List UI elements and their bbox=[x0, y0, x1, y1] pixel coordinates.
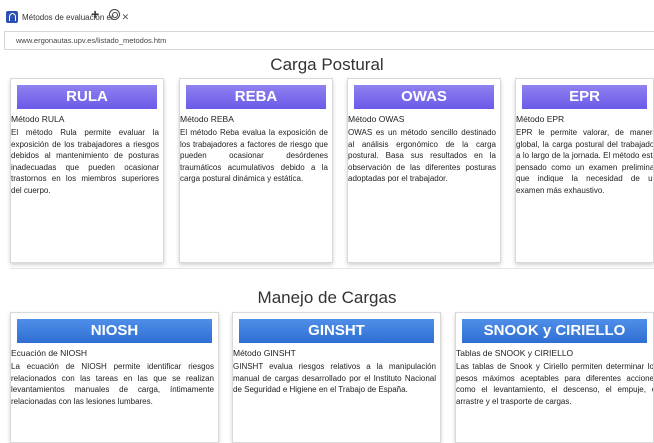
card-snook-ciriello[interactable]: SNOOK y CIRIELLO Tablas de SNOOK y CIRIE… bbox=[455, 312, 654, 443]
card-header-ginsht[interactable]: GINSHT bbox=[239, 319, 434, 343]
card-epr[interactable]: EPR Método EPR EPR le permite valorar, d… bbox=[515, 78, 654, 263]
card-header-rula[interactable]: RULA bbox=[17, 85, 157, 109]
url-text: www.ergonautas.upv.es/listado_metodos.ht… bbox=[16, 36, 167, 45]
card-niosh[interactable]: NIOSH Ecuación de NIOSH La ecuación de N… bbox=[10, 312, 219, 443]
card-reba[interactable]: REBA Método REBA El método Reba evalua l… bbox=[179, 78, 333, 263]
card-header-snook-ciriello[interactable]: SNOOK y CIRIELLO bbox=[462, 319, 647, 343]
card-subtitle-niosh: Ecuación de NIOSH bbox=[11, 348, 88, 358]
card-ginsht[interactable]: GINSHT Método GINSHT GINSHT evalua riesg… bbox=[232, 312, 441, 443]
section-title-manejo-de-cargas: Manejo de Cargas bbox=[257, 288, 397, 307]
section-divider bbox=[10, 268, 654, 269]
card-subtitle-epr: Método EPR bbox=[516, 114, 565, 124]
extension-icon[interactable] bbox=[109, 9, 120, 20]
card-description-rula: El método Rula permite evaluar la exposi… bbox=[11, 128, 159, 195]
card-header-epr[interactable]: EPR bbox=[522, 85, 647, 109]
card-description-reba: El método Reba evalua la exposición de l… bbox=[180, 128, 328, 184]
card-description-epr: EPR le permite valorar, de manera global… bbox=[516, 128, 654, 195]
card-description-ginsht: GINSHT evalua riesgos relativos a la man… bbox=[233, 362, 436, 395]
card-header-reba[interactable]: REBA bbox=[186, 85, 326, 109]
section-title-carga-postural: Carga Postural bbox=[270, 55, 384, 74]
browser-tab-bar: Métodos de evaluación er ✕ + bbox=[0, 0, 654, 30]
card-description-niosh: La ecuación de NIOSH permite identificar… bbox=[11, 362, 214, 406]
card-description-owas: OWAS es un método sencillo destinado al … bbox=[348, 128, 496, 184]
card-rula[interactable]: RULA Método RULA El método Rula permite … bbox=[10, 78, 164, 263]
card-subtitle-rula: Método RULA bbox=[11, 114, 65, 124]
new-tab-button[interactable]: + bbox=[91, 7, 99, 21]
card-subtitle-owas: Método OWAS bbox=[348, 114, 405, 124]
card-header-niosh[interactable]: NIOSH bbox=[17, 319, 212, 343]
card-subtitle-snook-ciriello: Tablas de SNOOK y CIRIELLO bbox=[456, 348, 574, 358]
address-bar[interactable]: www.ergonautas.upv.es/listado_metodos.ht… bbox=[4, 31, 654, 50]
card-owas[interactable]: OWAS Método OWAS OWAS es un método senci… bbox=[347, 78, 501, 263]
site-favicon-icon bbox=[6, 11, 18, 23]
tab-title: Métodos de evaluación er bbox=[22, 12, 114, 22]
card-description-snook-ciriello: Las tablas de Snook y Ciriello permiten … bbox=[456, 362, 654, 406]
card-subtitle-ginsht: Método GINSHT bbox=[233, 348, 296, 358]
card-subtitle-reba: Método REBA bbox=[180, 114, 234, 124]
card-header-owas[interactable]: OWAS bbox=[354, 85, 494, 109]
close-tab-icon[interactable]: ✕ bbox=[122, 12, 130, 22]
